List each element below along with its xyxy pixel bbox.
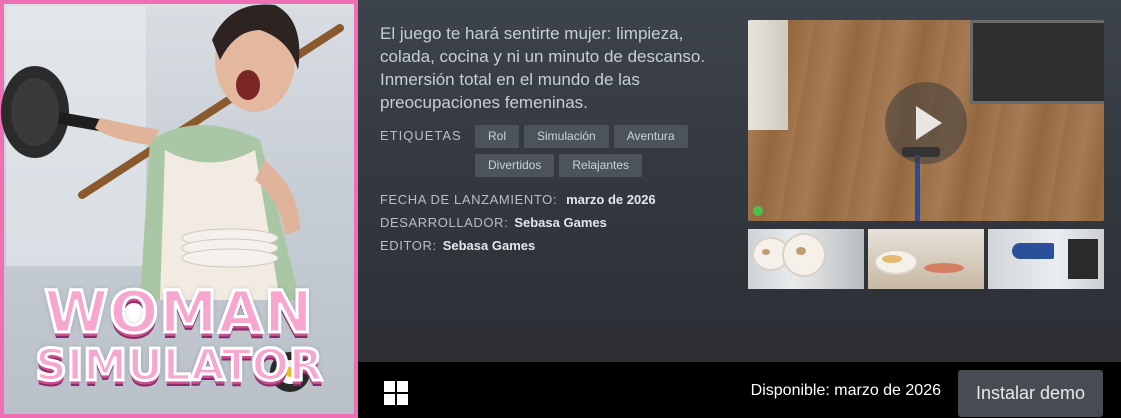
tag-list: Rol Simulación Aventura Divertidos Relaj… <box>475 125 725 177</box>
tag-simulacion[interactable]: Simulación <box>524 125 609 148</box>
publisher-link[interactable]: Sebasa Games <box>443 238 536 253</box>
tag-aventura[interactable]: Aventura <box>613 125 688 148</box>
store-capsule: WOMAN SIMULATOR El juego te hará sentirt… <box>0 0 1121 418</box>
video-mop-handle <box>915 155 920 221</box>
screenshot-thumbnail-1[interactable] <box>748 229 864 289</box>
tag-divertidos[interactable]: Divertidos <box>475 154 555 177</box>
install-demo-button[interactable]: Instalar demo <box>958 370 1103 417</box>
purchase-bar: Disponible: marzo de 2026 Instalar demo <box>358 362 1121 418</box>
release-date-value: marzo de 2026 <box>566 192 656 207</box>
play-icon[interactable] <box>885 82 967 164</box>
release-date-label: FECHA DE LANZAMIENTO: <box>380 192 558 207</box>
tag-relajantes[interactable]: Relajantes <box>559 154 643 177</box>
developer-link[interactable]: Sebasa Games <box>514 215 607 230</box>
thumb-stain <box>796 247 806 255</box>
tag-rol[interactable]: Rol <box>475 125 520 148</box>
thumb-cloth <box>1068 239 1098 279</box>
screenshot-thumbnail-3[interactable] <box>988 229 1104 289</box>
screenshot-thumbnail-2[interactable] <box>868 229 984 289</box>
logo-line-1: WOMAN <box>43 277 314 348</box>
thumb-food <box>924 263 964 273</box>
developer-row: DESARROLLADOR: Sebasa Games <box>380 215 607 230</box>
steam-icon <box>753 206 763 216</box>
cover-art[interactable]: WOMAN SIMULATOR <box>0 0 358 418</box>
publisher-row: EDITOR: Sebasa Games <box>380 238 535 253</box>
publisher-label: EDITOR: <box>380 238 437 253</box>
logo-line-2: SIMULATOR <box>34 339 325 393</box>
developer-label: DESARROLLADOR: <box>380 215 509 230</box>
thumb-stain <box>762 249 770 255</box>
tags-label: ETIQUETAS <box>380 128 462 143</box>
trailer-video[interactable] <box>748 20 1104 221</box>
thumb-iron <box>1012 243 1054 259</box>
game-description: El juego te hará sentirte mujer: limpiez… <box>380 24 706 112</box>
windows-icon <box>384 381 408 405</box>
availability-text: Disponible: marzo de 2026 <box>750 382 941 399</box>
video-wall <box>748 20 788 130</box>
thumb-plate <box>782 233 826 277</box>
video-doormat <box>970 20 1104 104</box>
release-date-row: FECHA DE LANZAMIENTO: marzo de 2026 <box>380 192 656 207</box>
thumb-food <box>882 255 902 263</box>
